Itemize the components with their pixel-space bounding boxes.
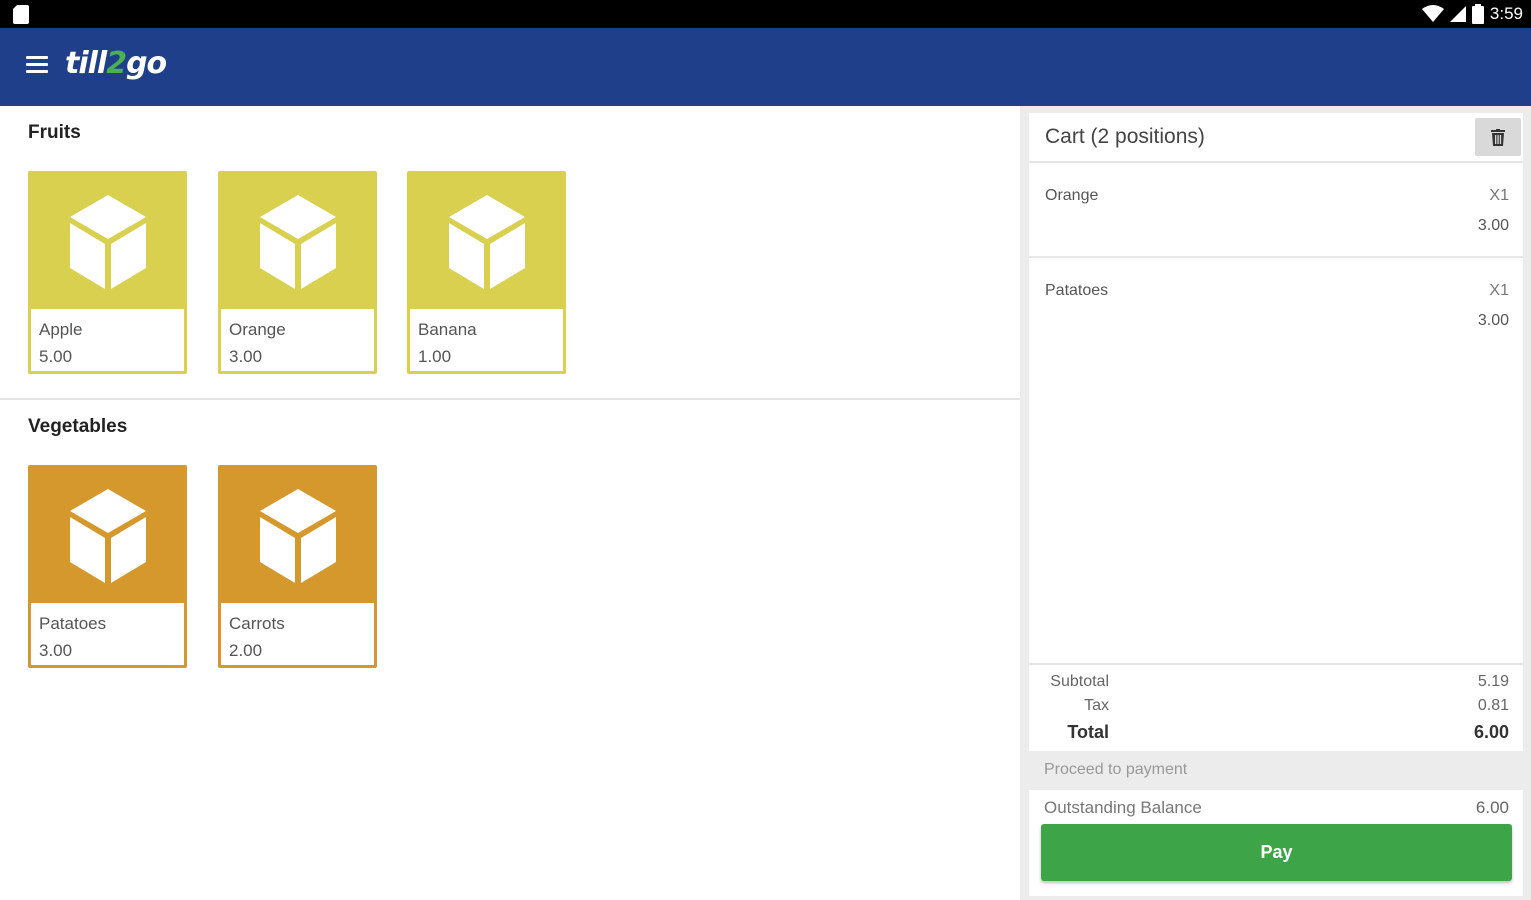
tax-value: 0.81 xyxy=(1477,697,1509,714)
product-image xyxy=(31,174,184,309)
logo-part-go: go xyxy=(126,46,167,81)
outstanding-balance-label: Outstanding Balance xyxy=(1044,798,1202,817)
product-tile-orange[interactable]: Orange 3.00 xyxy=(218,171,377,374)
total-value: 6.00 xyxy=(1473,722,1509,742)
total-row: Total 6.00 xyxy=(1029,722,1523,746)
section-title-vegetables: Vegetables xyxy=(28,416,128,437)
wifi-icon xyxy=(1421,5,1444,22)
sd-card-icon xyxy=(13,5,29,24)
product-price: 5.00 xyxy=(39,347,73,366)
section-divider xyxy=(0,398,1020,400)
cart-totals: Subtotal 5.19 Tax 0.81 Total 6.00 xyxy=(1029,663,1523,750)
status-icons: 3:59 xyxy=(1421,3,1523,25)
app-bar: till2go xyxy=(0,28,1531,106)
product-price: 3.00 xyxy=(39,641,73,660)
product-image xyxy=(31,468,184,603)
product-name: Carrots xyxy=(229,614,285,633)
product-tile-patatoes[interactable]: Patatoes 3.00 xyxy=(28,465,187,668)
product-catalog: Fruits Apple 5.00 Orange 3.00 Banana 1.0… xyxy=(0,106,1020,900)
product-name: Orange xyxy=(229,320,286,339)
tax-row: Tax 0.81 xyxy=(1029,697,1523,721)
product-cube-icon xyxy=(448,194,525,289)
subtotal-value: 5.19 xyxy=(1477,673,1509,690)
cart-item-name: Patatoes xyxy=(1045,282,1109,299)
section-title-fruits: Fruits xyxy=(28,122,81,143)
clock: 3:59 xyxy=(1489,4,1523,23)
cart-item-qty: X1 xyxy=(1489,282,1509,299)
subtotal-row: Subtotal 5.19 xyxy=(1029,673,1523,697)
product-tile-banana[interactable]: Banana 1.00 xyxy=(407,171,566,374)
product-image xyxy=(221,174,374,309)
product-name: Apple xyxy=(39,320,83,339)
battery-icon xyxy=(1471,4,1484,24)
proceed-to-payment-label: Proceed to payment xyxy=(1044,761,1188,778)
cart-item[interactable]: Patatoes X1 3.00 xyxy=(1029,258,1523,353)
app-logo: till2go xyxy=(65,46,167,81)
cart-item-price: 3.00 xyxy=(1477,312,1509,329)
product-cube-icon xyxy=(259,488,336,583)
tax-label: Tax xyxy=(1084,697,1109,714)
cart-header: Cart (2 positions) xyxy=(1029,113,1523,163)
cart-title: Cart (2 positions) xyxy=(1045,125,1205,148)
cart-panel: Cart (2 positions) Orange X1 3.00 Patato… xyxy=(1020,106,1531,900)
product-name: Patatoes xyxy=(39,614,107,633)
logo-part-2: 2 xyxy=(106,46,127,81)
product-price: 2.00 xyxy=(229,641,263,660)
clear-cart-button[interactable] xyxy=(1475,118,1521,156)
product-price: 3.00 xyxy=(229,347,263,366)
subtotal-label: Subtotal xyxy=(1050,673,1109,690)
product-image xyxy=(410,174,563,309)
payment-section: Outstanding Balance 6.00 Pay xyxy=(1029,790,1523,896)
signal-icon xyxy=(1449,6,1466,22)
product-image xyxy=(221,468,374,603)
product-tile-apple[interactable]: Apple 5.00 xyxy=(28,171,187,374)
product-cube-icon xyxy=(69,488,146,583)
product-cube-icon xyxy=(69,194,146,289)
cart-item-price: 3.00 xyxy=(1477,217,1509,234)
product-tile-carrots[interactable]: Carrots 2.00 xyxy=(218,465,377,668)
trash-icon xyxy=(1491,128,1505,146)
logo-part-till: till xyxy=(65,46,107,81)
product-price: 1.00 xyxy=(418,347,452,366)
cart: Cart (2 positions) Orange X1 3.00 Patato… xyxy=(1029,113,1523,751)
product-cube-icon xyxy=(259,194,336,289)
pay-button[interactable]: Pay xyxy=(1041,824,1512,881)
outstanding-balance-value: 6.00 xyxy=(1475,798,1509,817)
cart-item[interactable]: Orange X1 3.00 xyxy=(1029,163,1523,258)
product-name: Banana xyxy=(418,320,477,339)
status-bar: 3:59 xyxy=(0,0,1531,28)
cart-item-name: Orange xyxy=(1045,187,1099,204)
menu-icon[interactable] xyxy=(26,56,48,78)
total-label: Total xyxy=(1067,722,1109,742)
cart-item-qty: X1 xyxy=(1489,187,1509,204)
